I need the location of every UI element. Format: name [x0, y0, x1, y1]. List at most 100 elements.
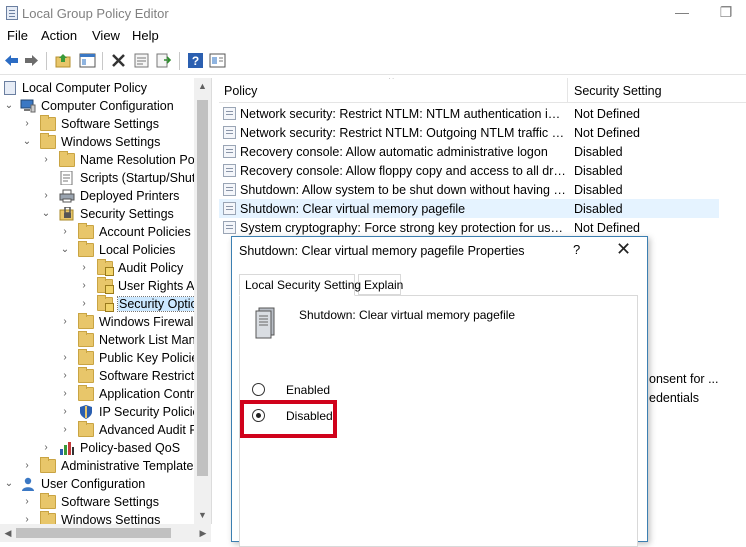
show-hide-tree-icon[interactable] — [79, 52, 96, 69]
policy-row[interactable]: Network security: Restrict NTLM: Outgoin… — [219, 123, 746, 142]
chevron-down-icon[interactable]: ⌄ — [22, 136, 32, 148]
printer-icon — [59, 189, 75, 203]
folder-icon — [40, 457, 56, 473]
help-icon[interactable]: ? — [187, 52, 204, 69]
scrollbar-thumb[interactable] — [197, 100, 208, 476]
properties-dialog: Shutdown: Clear virtual memory pagefile … — [231, 236, 648, 547]
export-list-icon[interactable] — [155, 52, 172, 69]
policy-row[interactable]: Shutdown: Allow system to be shut down w… — [219, 180, 746, 199]
column-header-security-setting[interactable]: Security Setting — [574, 84, 662, 98]
column-divider[interactable] — [567, 78, 568, 103]
chevron-right-icon[interactable]: › — [79, 280, 89, 292]
folder-icon — [78, 349, 94, 365]
computer-icon — [20, 99, 36, 113]
properties-icon[interactable] — [133, 52, 150, 69]
scroll-left-icon[interactable]: ◀ — [0, 524, 16, 542]
scroll-down-icon[interactable]: ▼ — [194, 507, 211, 524]
policy-item-icon — [223, 126, 236, 139]
policy-row[interactable]: System cryptography: Force strong key pr… — [219, 218, 746, 237]
enabled-label[interactable]: Enabled — [286, 383, 330, 397]
folder-icon — [40, 511, 56, 524]
policy-row-selected[interactable]: Shutdown: Clear virtual memory pagefile … — [219, 199, 719, 218]
script-icon — [60, 171, 73, 185]
chevron-down-icon[interactable]: ⌄ — [60, 244, 70, 256]
list-header: ^ Policy Security Setting — [219, 78, 746, 103]
chevron-right-icon[interactable]: › — [41, 442, 51, 454]
security-icon — [59, 207, 74, 221]
scroll-up-icon[interactable]: ▲ — [194, 78, 211, 95]
policy-item-icon — [223, 202, 236, 215]
chevron-right-icon[interactable]: › — [60, 226, 70, 238]
policy-row[interactable]: Recovery console: Allow floppy copy and … — [219, 161, 746, 180]
toolbar: ? — [0, 47, 746, 75]
chevron-right-icon[interactable]: › — [79, 298, 89, 310]
chevron-right-icon[interactable]: › — [22, 118, 32, 130]
chevron-right-icon[interactable]: › — [41, 190, 51, 202]
folder-icon — [40, 133, 56, 149]
tree-horizontal-scrollbar[interactable]: ◀ ▶ — [0, 524, 211, 542]
back-arrow-icon[interactable] — [3, 52, 20, 69]
help-button[interactable]: ? — [573, 242, 580, 257]
chevron-down-icon[interactable]: ⌄ — [4, 100, 14, 112]
chevron-right-icon[interactable]: › — [60, 388, 70, 400]
chevron-right-icon[interactable]: › — [60, 370, 70, 382]
close-button[interactable]: ✕ — [616, 239, 631, 260]
title-bar: Local Group Policy Editor — ❐ — [0, 0, 746, 27]
chevron-right-icon[interactable]: › — [22, 514, 32, 524]
user-icon — [22, 477, 34, 491]
chevron-right-icon[interactable]: › — [79, 262, 89, 274]
delete-icon[interactable] — [110, 52, 127, 69]
tab-local-security-setting[interactable]: Local Security Setting — [239, 274, 361, 296]
chevron-right-icon[interactable]: › — [41, 154, 51, 166]
window-title: Local Group Policy Editor — [22, 6, 169, 21]
tree-vertical-scrollbar[interactable]: ▲ ▼ — [194, 78, 211, 524]
locked-folder-icon — [97, 277, 114, 294]
chevron-right-icon[interactable]: › — [22, 460, 32, 472]
folder-icon — [78, 367, 94, 383]
policy-row-partial-text: onsent for ... — [649, 372, 719, 386]
toolbar-separator — [46, 52, 47, 70]
chevron-right-icon[interactable]: › — [60, 316, 70, 328]
tab-explain[interactable]: Explain — [358, 274, 403, 295]
forward-arrow-icon[interactable] — [23, 52, 40, 69]
chevron-right-icon[interactable]: › — [22, 496, 32, 508]
folder-icon — [78, 313, 94, 329]
folder-icon — [40, 493, 56, 509]
folder-icon — [78, 223, 94, 239]
console-tree[interactable]: Local Computer Policy ⌄ Computer Configu… — [0, 78, 212, 524]
enabled-radio[interactable] — [252, 383, 265, 396]
policy-item-icon — [223, 164, 236, 177]
policy-icon — [4, 81, 16, 95]
minimize-button[interactable]: — — [668, 4, 696, 22]
view-icon[interactable] — [209, 52, 226, 69]
menu-view[interactable]: View — [92, 28, 120, 43]
folder-icon — [78, 421, 94, 437]
folder-icon — [78, 241, 94, 257]
chevron-down-icon[interactable]: ⌄ — [4, 478, 14, 490]
locked-folder-icon — [97, 295, 114, 312]
shield-icon — [80, 405, 92, 419]
dialog-title: Shutdown: Clear virtual memory pagefile … — [239, 244, 525, 258]
column-header-policy[interactable]: Policy — [224, 84, 257, 98]
chevron-down-icon[interactable]: ⌄ — [41, 208, 51, 220]
highlight-box — [240, 400, 337, 438]
folder-icon — [78, 385, 94, 401]
menu-file[interactable]: File — [7, 28, 28, 43]
folder-icon — [40, 115, 56, 131]
policy-item-icon — [223, 145, 236, 158]
scrollbar-thumb[interactable] — [16, 528, 171, 538]
toolbar-separator — [102, 52, 103, 70]
restore-button[interactable]: ❐ — [712, 4, 740, 22]
policy-row[interactable]: Network security: Restrict NTLM: NTLM au… — [219, 104, 746, 123]
chevron-right-icon[interactable]: › — [60, 352, 70, 364]
menu-help[interactable]: Help — [132, 28, 159, 43]
chevron-right-icon[interactable]: › — [60, 424, 70, 436]
policy-editor-icon — [6, 6, 18, 20]
folder-icon — [59, 151, 75, 167]
chevron-right-icon[interactable]: › — [60, 406, 70, 418]
scroll-right-icon[interactable]: ▶ — [195, 524, 211, 542]
policy-row[interactable]: Recovery console: Allow automatic admini… — [219, 142, 746, 161]
menu-action[interactable]: Action — [41, 28, 77, 43]
up-folder-icon[interactable] — [55, 52, 72, 69]
folder-icon — [78, 331, 94, 347]
